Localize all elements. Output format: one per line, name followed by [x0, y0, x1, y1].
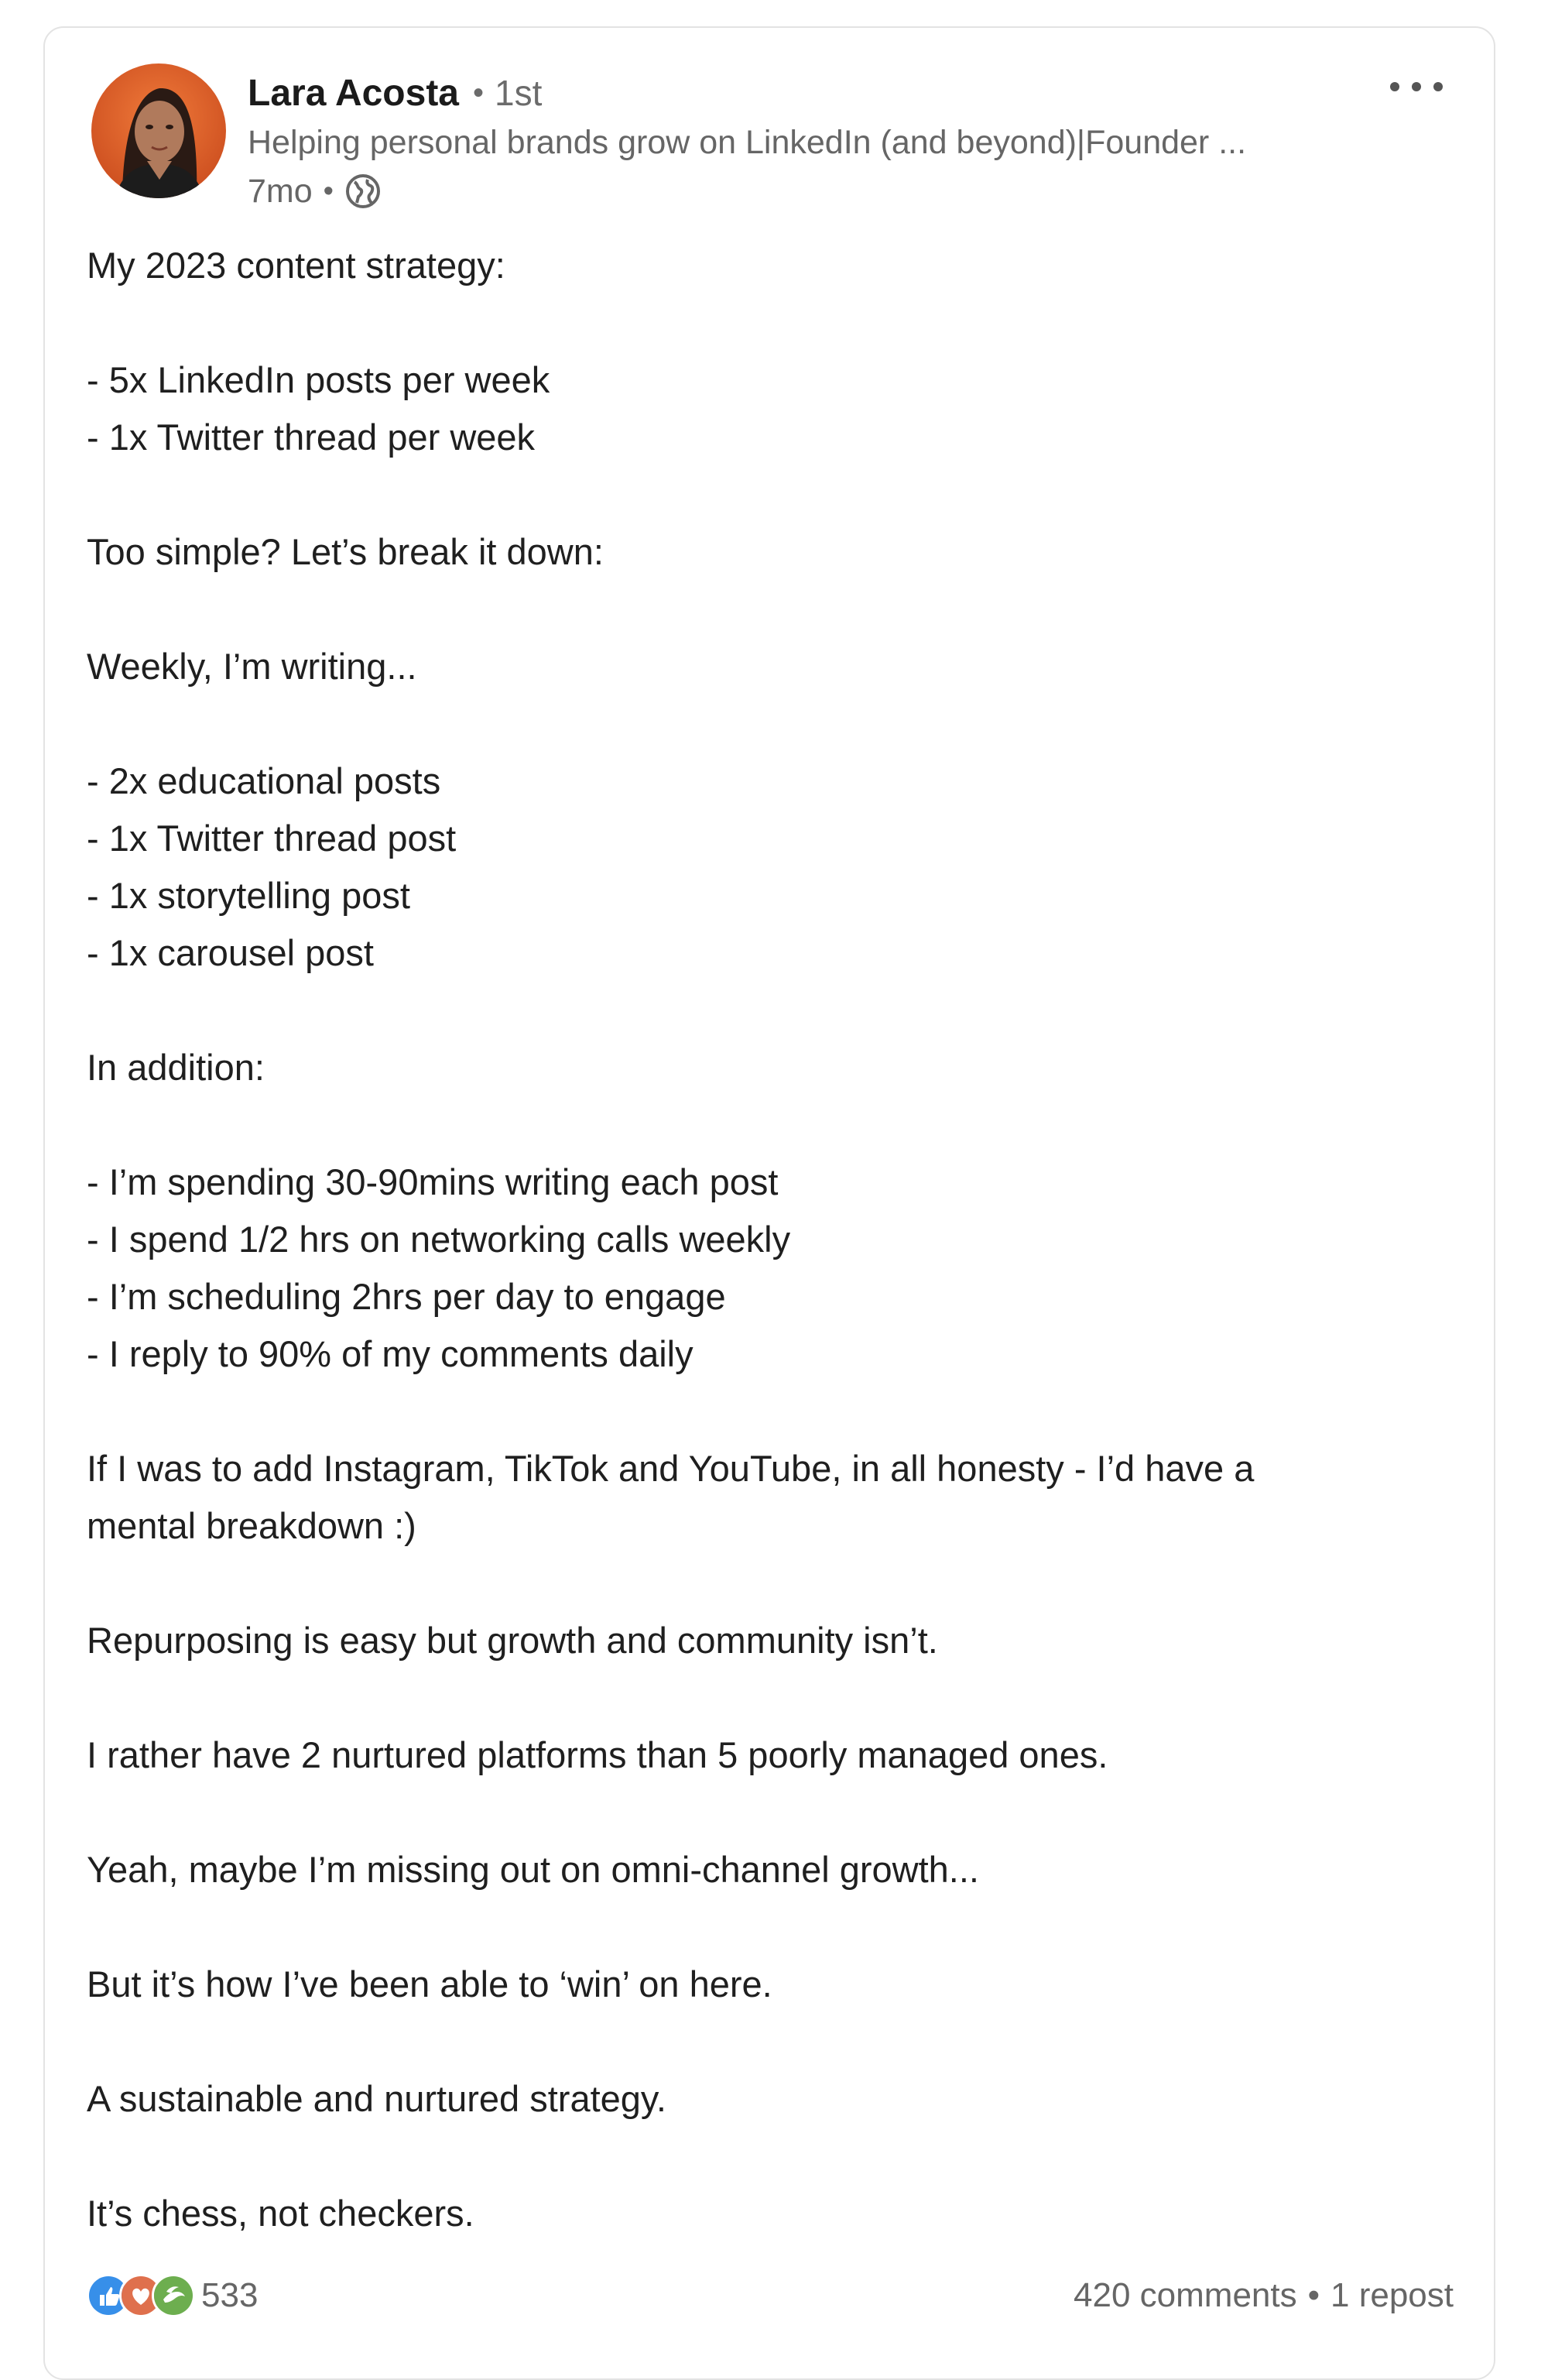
post-line: My 2023 content strategy: [87, 245, 505, 286]
engagement-separator: • [1307, 2276, 1320, 2314]
author-name[interactable]: Lara Acosta [248, 72, 459, 115]
post-line: In addition: [87, 1047, 265, 1088]
reactions-summary[interactable]: 533 [87, 2274, 258, 2317]
reaction-icons [87, 2274, 195, 2317]
degree-separator: • [473, 75, 485, 110]
post-line: - 1x storytelling post [87, 875, 410, 916]
connection-degree: 1st [495, 73, 543, 113]
post-line: Too simple? Let’s break it down: [87, 531, 604, 572]
more-options-button[interactable] [1378, 63, 1455, 110]
avatar-image [91, 63, 226, 198]
post-line: If I was to add Instagram, TikTok and Yo… [87, 1448, 1255, 1489]
reposts-count-link[interactable]: 1 repost [1331, 2276, 1454, 2315]
post-line: I rather have 2 nurtured platforms than … [87, 1734, 1108, 1775]
post-line: - 1x Twitter thread post [87, 818, 457, 859]
post-line: - 1x carousel post [87, 932, 374, 973]
post-line: Repurposing is easy but growth and commu… [87, 1620, 938, 1661]
author-avatar[interactable] [91, 63, 226, 198]
post-line: But it’s how I’ve been able to ‘win’ on … [87, 1963, 772, 2004]
globe-icon [344, 173, 382, 210]
more-horizontal-icon [1390, 82, 1443, 91]
post-line: - I reply to 90% of my comments daily [87, 1333, 694, 1374]
post-line: - I’m spending 30-90mins writing each po… [87, 1161, 779, 1202]
post-line: It’s chess, not checkers. [87, 2193, 474, 2234]
post-line: - 5x LinkedIn posts per week [87, 359, 550, 400]
post-line: - 2x educational posts [87, 760, 441, 801]
post-line: Yeah, maybe I’m missing out on omni-chan… [87, 1849, 979, 1890]
engagement-counts: 420 comments • 1 repost [1074, 2276, 1454, 2315]
support-icon [152, 2274, 195, 2317]
post-text: My 2023 content strategy: - 5x LinkedIn p… [87, 237, 1426, 2242]
post-meta: 7mo • [248, 169, 382, 214]
author-headline: Helping personal brands grow on LinkedIn… [248, 124, 1247, 161]
post-timestamp[interactable]: 7mo [248, 173, 313, 211]
reaction-count: 533 [201, 2276, 259, 2314]
post-line: A sustainable and nurtured strategy. [87, 2078, 666, 2119]
author-name-line: Lara Acosta • 1st [248, 70, 542, 116]
comments-count-link[interactable]: 420 comments [1074, 2276, 1297, 2315]
post-line: - I’m scheduling 2hrs per day to engage [87, 1276, 726, 1317]
post-line: mental breakdown :) [87, 1505, 416, 1546]
post-line: Weekly, I’m writing... [87, 646, 417, 687]
meta-separator: • [323, 174, 334, 207]
post-line: - I spend 1/2 hrs on networking calls we… [87, 1219, 791, 1260]
post-line: - 1x Twitter thread per week [87, 417, 536, 458]
social-counts-bar: 533 420 comments • 1 repost [87, 2269, 1454, 2323]
